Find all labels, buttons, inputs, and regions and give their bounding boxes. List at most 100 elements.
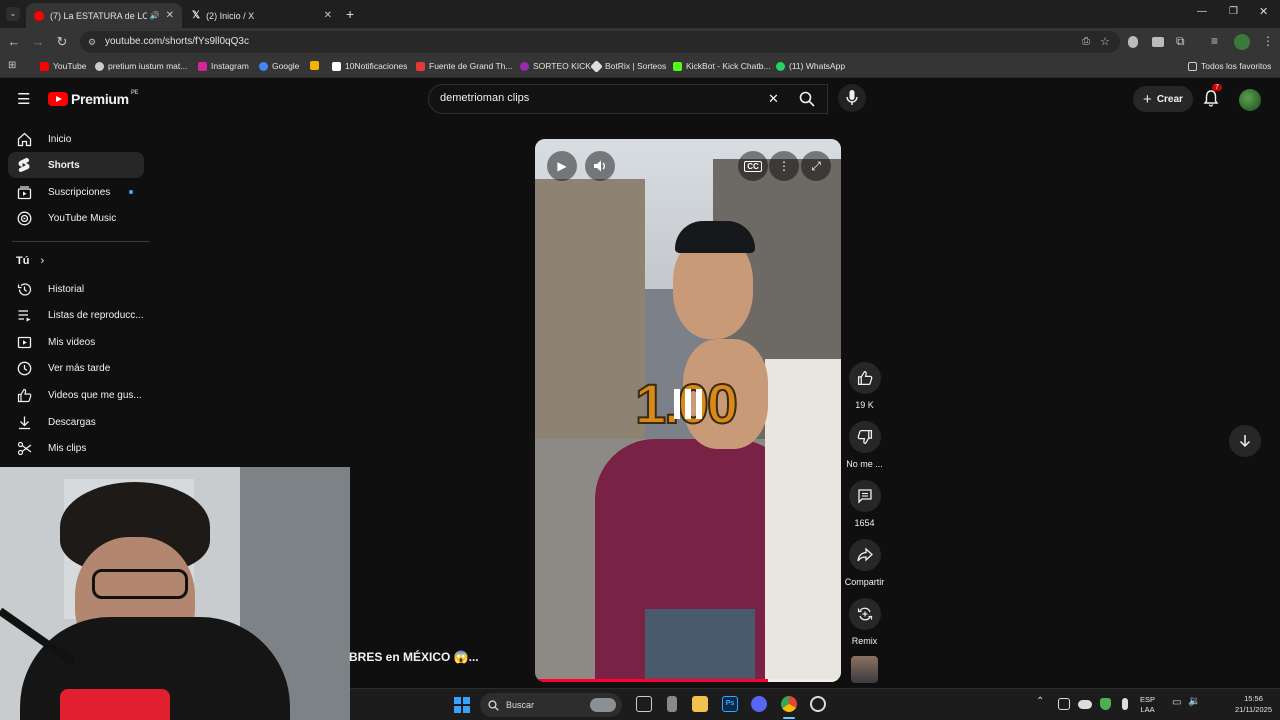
- notifications-button[interactable]: 7: [1203, 84, 1223, 109]
- extension-icon[interactable]: [1152, 37, 1164, 47]
- install-app-icon[interactable]: ⎙: [1082, 31, 1090, 53]
- new-tab-button[interactable]: +: [346, 6, 354, 22]
- url-bar[interactable]: ⚙ youtube.com/shorts/fYs9ll0qQ3c ⎙ ☆: [80, 31, 1120, 53]
- close-tab-icon[interactable]: ✕: [166, 10, 174, 21]
- hamburger-menu-icon[interactable]: ☰: [17, 90, 30, 108]
- network-icon[interactable]: ▭: [1172, 697, 1181, 708]
- extension-icon[interactable]: [1128, 36, 1138, 48]
- dislike-action[interactable]: No me ...: [843, 421, 886, 469]
- like-action[interactable]: 19 K: [843, 362, 886, 410]
- sidebar-item-mis-clips[interactable]: Mis clips: [8, 435, 144, 461]
- comments-button[interactable]: [848, 480, 881, 512]
- kickbot-icon: [673, 61, 682, 71]
- play-button[interactable]: ▶: [547, 151, 577, 181]
- mic-tray-icon[interactable]: [1122, 698, 1128, 710]
- channel-thumbnail[interactable]: [851, 656, 878, 683]
- sidebar-item-shorts[interactable]: Shorts: [8, 152, 144, 178]
- sidebar-item-historial[interactable]: Historial: [8, 276, 144, 302]
- whatsapp-icon: [776, 61, 785, 71]
- remix-action[interactable]: Remix: [843, 598, 886, 646]
- bookmark-pretium[interactable]: pretium iustum mat...: [95, 61, 187, 71]
- voice-search-button[interactable]: [838, 84, 866, 112]
- bookmark-botrix[interactable]: BotRix | Sorteos: [590, 59, 666, 73]
- tray-shield-icon[interactable]: [1100, 698, 1111, 710]
- taskbar-search[interactable]: Buscar: [480, 693, 622, 717]
- bookmark-unnamed[interactable]: [310, 61, 323, 70]
- tab-search-dropdown[interactable]: ⌄: [6, 7, 20, 21]
- create-button[interactable]: + Crear: [1133, 86, 1193, 112]
- forward-icon[interactable]: →: [29, 33, 47, 51]
- bookmark-sorteo-kick[interactable]: SORTEO KICK: [520, 61, 591, 71]
- share-label: Compartir: [844, 577, 885, 587]
- bookmark-whatsapp[interactable]: (11) WhatsApp: [776, 61, 845, 71]
- onedrive-icon[interactable]: [1078, 700, 1092, 709]
- apps-grid-icon[interactable]: ⊞: [8, 60, 16, 71]
- search-box: ✕: [428, 84, 828, 114]
- sidebar-item-descargas[interactable]: Descargas: [8, 409, 144, 435]
- tray-app-icon[interactable]: [1058, 698, 1070, 710]
- sidebar-item-suscripciones[interactable]: Suscripciones: [8, 179, 144, 205]
- video-progress-bar[interactable]: [535, 679, 841, 682]
- x-favicon-icon: 𝕏: [192, 10, 201, 21]
- site-info-icon[interactable]: ⚙: [88, 31, 96, 53]
- like-button[interactable]: [848, 362, 881, 394]
- close-window-button[interactable]: ✕: [1259, 5, 1268, 18]
- share-action[interactable]: Compartir: [843, 539, 886, 587]
- taskbar-app-icon[interactable]: [667, 696, 677, 712]
- bookmark-star-icon[interactable]: ☆: [1100, 31, 1110, 53]
- language-indicator[interactable]: ESP LAA: [1140, 695, 1155, 715]
- sidebar-item-ver-mas-tarde[interactable]: Ver más tarde: [8, 355, 144, 381]
- comments-action[interactable]: 1654: [843, 480, 886, 528]
- clock[interactable]: 15:56 21/11/2025: [1235, 693, 1272, 715]
- speaker-tray-icon[interactable]: 🔉: [1188, 696, 1200, 707]
- discord-icon[interactable]: [751, 696, 767, 712]
- tab-x-home[interactable]: 𝕏 (2) Inicio / X ✕: [184, 3, 340, 28]
- my-videos-icon: [16, 334, 32, 350]
- youtube-premium-logo[interactable]: Premium PE: [48, 90, 139, 107]
- bookmark-notificaciones[interactable]: 10Notificaciones: [332, 61, 407, 71]
- bookmark-kickbot[interactable]: KickBot - Kick Chatb...: [673, 61, 771, 71]
- extensions-puzzle-icon[interactable]: ⧉: [1176, 34, 1185, 49]
- obs-icon[interactable]: [810, 696, 826, 712]
- you-section-heading[interactable]: Tú ›: [16, 255, 44, 267]
- more-options-button[interactable]: ⋮: [769, 151, 799, 181]
- sidebar-item-listas[interactable]: Listas de reproducc...: [8, 302, 144, 328]
- back-icon[interactable]: ←: [5, 33, 23, 51]
- next-short-button[interactable]: [1229, 425, 1261, 457]
- bookmark-youtube[interactable]: YouTube: [40, 61, 86, 71]
- profile-avatar[interactable]: [1234, 34, 1250, 50]
- account-avatar[interactable]: [1239, 89, 1261, 111]
- minimize-button[interactable]: —: [1197, 6, 1207, 17]
- search-button[interactable]: [790, 84, 824, 114]
- browser-menu-icon[interactable]: ⋮: [1262, 34, 1274, 48]
- show-hidden-icons[interactable]: ⌃: [1036, 696, 1044, 707]
- volume-button[interactable]: [585, 151, 615, 181]
- dislike-button[interactable]: [848, 421, 881, 453]
- file-explorer-icon[interactable]: [692, 696, 708, 712]
- short-title[interactable]: BRES en MÉXICO 😱...: [349, 650, 479, 664]
- share-button[interactable]: [848, 539, 881, 571]
- photoshop-icon[interactable]: Ps: [722, 696, 738, 712]
- bookmark-instagram[interactable]: Instagram: [198, 61, 249, 71]
- clear-search-icon[interactable]: ✕: [768, 91, 779, 107]
- task-view-icon[interactable]: [636, 696, 652, 712]
- sidebar-item-youtube-music[interactable]: YouTube Music: [8, 205, 144, 231]
- reload-icon[interactable]: ↻: [53, 33, 71, 51]
- search-input[interactable]: [440, 92, 760, 104]
- windows-start-icon[interactable]: [454, 697, 470, 713]
- sidebar-item-mis-videos[interactable]: Mis videos: [8, 329, 144, 355]
- captions-button[interactable]: CC: [738, 151, 768, 181]
- sidebar-item-inicio[interactable]: Inicio: [8, 126, 144, 152]
- sidebar-item-videos-que-me-gustan[interactable]: Videos que me gus...: [8, 382, 144, 408]
- media-control-icon[interactable]: ≡: [1211, 34, 1218, 48]
- tab-youtube-short[interactable]: (7) La ESTATURA de LOS HO 🔊 ✕: [26, 3, 182, 28]
- short-video-player[interactable]: 1.00 ▶ CC ⋮ ⤢: [535, 139, 841, 682]
- restore-button[interactable]: ❐: [1229, 6, 1238, 17]
- bookmark-google[interactable]: Google: [259, 61, 299, 71]
- chrome-icon[interactable]: [781, 696, 797, 712]
- remix-button[interactable]: [848, 598, 881, 630]
- bookmark-grand-theft[interactable]: Fuente de Grand Th...: [416, 61, 512, 71]
- all-bookmarks-folder[interactable]: Todos los favoritos: [1188, 61, 1271, 71]
- fullscreen-button[interactable]: ⤢: [801, 151, 831, 181]
- close-tab-icon[interactable]: ✕: [324, 10, 332, 21]
